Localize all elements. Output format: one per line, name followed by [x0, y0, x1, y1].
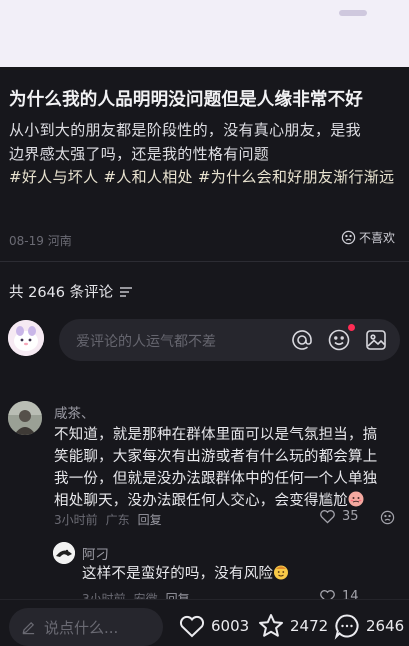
post-tags: #好人与坏人 #人和人相处 #为什么会和好朋友渐行渐远 — [9, 166, 401, 190]
comment-input-placeholder: 爱评论的人运气都不差 — [76, 334, 216, 350]
reply-text-content: 这样不是蛮好的吗，没有风险 — [82, 566, 274, 582]
say-something-input[interactable]: 说点什么... — [9, 608, 163, 646]
comment-line: 笑能聊，大家每次有出游或者有什么玩的都会算上 — [54, 449, 378, 465]
bottom-action-bar: 说点什么... 6003 2472 2646 — [0, 599, 409, 646]
avatar-illustration-icon — [8, 320, 44, 356]
comment-input[interactable]: 爱评论的人运气都不差 — [59, 319, 400, 361]
post-title: 为什么我的人品明明没问题但是人缘非常不好 — [9, 90, 363, 110]
comment-line-text: 相处聊天，没办法跟任何人交心，会变得尴尬 — [54, 493, 348, 509]
mention-icon[interactable] — [290, 328, 314, 352]
heart-icon — [320, 510, 335, 524]
post-tag[interactable]: #为什么会和好朋友渐行渐远 — [198, 168, 394, 186]
my-avatar[interactable] — [8, 320, 44, 356]
dislike-button[interactable]: 不喜欢 — [341, 229, 395, 246]
star-icon — [259, 614, 283, 637]
chat-bubble-icon — [334, 614, 359, 640]
comment-like-count: 35 — [342, 509, 359, 524]
post-location: 河南 — [47, 234, 72, 248]
post-date: 08-19 — [9, 234, 44, 248]
post-meta: 08-19 河南 — [9, 232, 72, 249]
like-count: 6003 — [211, 617, 250, 635]
frown-icon — [341, 230, 356, 245]
comment-line: 我一份，但就是没办法跟群体中的任何一个人单独 — [54, 471, 378, 487]
comment-location: 广东 — [105, 513, 130, 527]
comment-like-button[interactable]: 35 — [319, 509, 359, 524]
emoji-icon[interactable] — [327, 328, 351, 352]
avatar-photo-icon — [53, 542, 75, 564]
favorite-count: 2472 — [290, 617, 329, 635]
commenter-avatar[interactable] — [8, 401, 42, 435]
comment-line: 不知道，就是那种在群体里面可以是气氛担当，搞 — [54, 427, 378, 443]
sort-icon — [120, 286, 133, 297]
replier-name[interactable]: 阿刁 — [82, 543, 109, 563]
favorite-button[interactable]: 2472 — [257, 612, 328, 640]
say-something-placeholder: 说点什么... — [44, 618, 119, 637]
smiling-emoji-icon — [274, 565, 289, 580]
post-body-line: 从小到大的朋友都是阶段性的，没有真心朋友，是我 — [9, 121, 361, 139]
section-divider — [0, 261, 409, 262]
reply-text: 这样不是蛮好的吗，没有风险 — [82, 563, 397, 585]
comment-count-header[interactable]: 共 2646 条评论 — [9, 281, 133, 302]
comment-button[interactable]: 2646 — [333, 612, 404, 640]
embarrassed-emoji-icon — [348, 491, 364, 507]
like-button[interactable]: 6003 — [178, 612, 249, 640]
post-body: 从小到大的朋友都是阶段性的，没有真心朋友，是我 边界感太强了吗，还是我的性格有问… — [9, 119, 401, 190]
heart-icon — [179, 615, 205, 638]
post-tag[interactable]: #人和人相处 — [103, 168, 192, 186]
image-icon[interactable] — [364, 328, 388, 352]
comment-dislike-icon[interactable] — [380, 510, 395, 525]
comment-meta: 3小时前 广东 回复 — [54, 511, 170, 528]
notification-dot — [348, 324, 355, 331]
replier-avatar[interactable] — [53, 542, 75, 564]
dislike-label: 不喜欢 — [358, 231, 395, 245]
post-body-line: 边界感太强了吗，还是我的性格有问题 — [9, 144, 270, 163]
post-image-area[interactable] — [0, 0, 409, 67]
commenter-name[interactable]: 咸茶、 — [54, 402, 95, 422]
avatar-photo-icon — [8, 401, 42, 435]
comment-time: 3小时前 — [54, 513, 98, 527]
pencil-icon — [22, 621, 35, 634]
comment-count: 2646 — [366, 617, 405, 635]
comment-count-label: 共 2646 条评论 — [9, 285, 114, 301]
post-tag[interactable]: #好人与坏人 — [9, 168, 98, 186]
reply-button[interactable]: 回复 — [138, 513, 162, 527]
image-page-indicator — [339, 10, 367, 16]
comment-text: 不知道，就是那种在群体里面可以是气氛担当，搞 笑能聊，大家每次有出游或者有什么玩… — [54, 424, 399, 512]
